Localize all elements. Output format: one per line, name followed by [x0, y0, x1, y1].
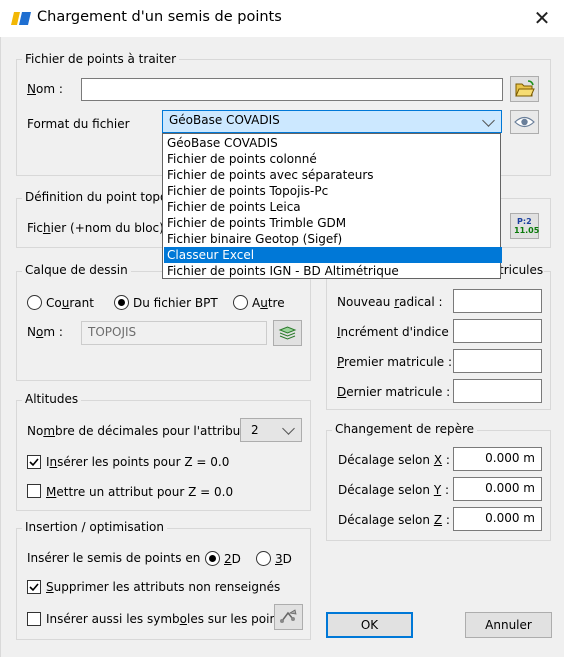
open-folder-icon [515, 80, 535, 97]
supprimer-checkbox[interactable] [27, 580, 41, 594]
nouveau-radical-label: Nouveau radical : [337, 295, 443, 309]
calque-nom-label: Nom : [27, 325, 63, 339]
symbols-options-button[interactable] [274, 604, 303, 630]
increment-input[interactable] [453, 319, 542, 343]
format-option[interactable]: Fichier de points avec séparateurs [164, 167, 502, 183]
symboles-checkbox[interactable] [27, 612, 41, 626]
mettre-attribut-checkbox[interactable] [27, 484, 41, 498]
decimales-value: 2 [251, 423, 259, 437]
semis-2d-radio[interactable] [205, 551, 220, 566]
calque-legend: Calque de dessin [22, 263, 131, 277]
title-bar: Chargement d'un semis de points ✕ [0, 0, 564, 37]
decalage-x-input[interactable]: 0.000 m [453, 447, 542, 471]
format-select[interactable]: GéoBase COVADIS [162, 110, 502, 133]
calque-autre-radio[interactable] [233, 295, 248, 310]
calque-fichier-radio[interactable] [114, 295, 129, 310]
semis-2d-label: 2D [224, 552, 241, 566]
format-label: Format du fichier [27, 117, 130, 131]
semis-3d-radio[interactable] [256, 551, 271, 566]
calque-courant-radio[interactable] [27, 295, 42, 310]
eye-icon [514, 116, 535, 128]
increment-label: Incrément d'indice [337, 325, 449, 339]
preview-button[interactable] [510, 110, 539, 134]
format-option[interactable]: Fichier de points colonné [164, 151, 502, 167]
chevron-down-icon [282, 422, 295, 435]
format-dropdown-list: GéoBase COVADIS Fichier de points colonn… [162, 133, 502, 279]
inserer-z0-checkbox[interactable] [27, 455, 41, 469]
decimales-label: Nombre de décimales pour l'attribut [27, 424, 245, 438]
decalage-x-label: Décalage selon X : [338, 453, 450, 467]
cancel-button[interactable]: Annuler [465, 612, 552, 638]
format-option[interactable]: GéoBase COVADIS [164, 135, 502, 151]
altitudes-legend: Altitudes [22, 392, 82, 406]
inserer-z0-label: Insérer les points pour Z = 0.0 [46, 455, 230, 469]
decalage-y-input[interactable]: 0.000 m [453, 477, 542, 501]
format-option[interactable]: Fichier de points Leica [164, 199, 502, 215]
point-altitude-icon: 11.05 [514, 226, 540, 235]
nouveau-radical-input[interactable] [453, 289, 542, 313]
definition-fichier-label: Fichier (+nom du bloc) [27, 221, 164, 235]
format-option[interactable]: Fichier de points IGN - BD Altimétrique [164, 263, 502, 279]
format-option-highlighted[interactable]: Classeur Excel [164, 247, 502, 263]
decalage-z-input[interactable]: 0.000 m [453, 507, 542, 531]
format-option[interactable]: Fichier de points Trimble GDM [164, 215, 502, 231]
checkmark-icon [29, 458, 39, 467]
format-option[interactable]: Fichier binaire Geotop (Sigef) [164, 231, 502, 247]
calque-courant-label: Courant [46, 296, 94, 310]
layers-icon [278, 326, 297, 340]
app-logo-icon [11, 12, 31, 25]
symbol-select-button[interactable]: P:2 11.05 [510, 213, 539, 239]
calque-nom-input[interactable]: TOPOJIS [81, 321, 267, 345]
format-option[interactable]: Fichier de points Topojis-Pc [164, 183, 502, 199]
checkmark-icon [29, 583, 39, 592]
mettre-attribut-label: Mettre un attribut pour Z = 0.0 [46, 485, 234, 499]
symbols-icon [280, 609, 297, 623]
premier-matricule-input[interactable] [453, 349, 542, 373]
window-title: Chargement d'un semis de points [37, 9, 282, 25]
matricules-legend: tricules [498, 263, 545, 277]
format-selected-value: GéoBase COVADIS [169, 113, 280, 127]
nom-input[interactable] [81, 78, 503, 101]
chevron-down-icon [482, 114, 495, 127]
decalage-y-label: Décalage selon Y : [338, 483, 450, 497]
premier-matricule-label: Premier matricule : [337, 355, 453, 369]
semis-3d-label: 3D [275, 552, 292, 566]
supprimer-label: Supprimer les attributs non renseignés [46, 580, 281, 594]
definition-legend: Définition du point topog [22, 190, 178, 204]
point-symbol-icon: P:2 [517, 217, 532, 226]
ok-button[interactable]: OK [326, 612, 413, 638]
insertion-legend: Insertion / optimisation [22, 520, 167, 534]
browse-file-button[interactable] [510, 76, 539, 102]
repere-legend: Changement de repère [332, 422, 478, 436]
close-icon[interactable]: ✕ [528, 6, 556, 32]
nom-label: Nom : [27, 82, 63, 96]
decimales-select[interactable]: 2 [240, 418, 302, 442]
layer-select-button[interactable] [273, 320, 302, 346]
calque-fichier-label: Du fichier BPT [133, 296, 218, 310]
calque-autre-label: Autre [252, 296, 285, 310]
semis-label: Insérer le semis de points en [27, 551, 201, 565]
fichier-legend: Fichier de points à traiter [22, 52, 180, 66]
symboles-label: Insérer aussi les symboles sur les point… [46, 612, 274, 626]
dernier-matricule-input[interactable] [453, 379, 542, 403]
dernier-matricule-label: Dernier matricule : [337, 385, 451, 399]
decalage-z-label: Décalage selon Z : [338, 513, 450, 527]
